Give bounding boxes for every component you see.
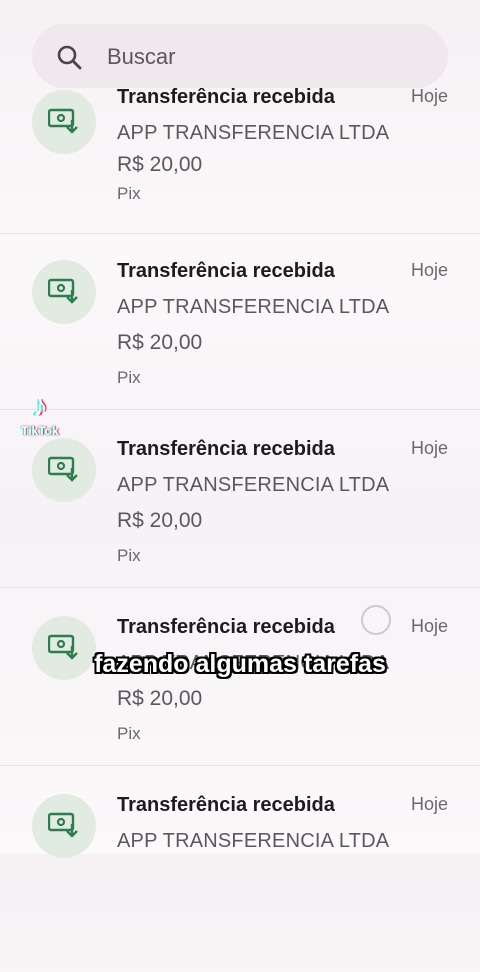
transaction-date: Hoje [410, 86, 448, 106]
transaction-method: Pix [117, 546, 141, 565]
transaction-title: Transferência recebida [117, 86, 335, 108]
divider [0, 587, 480, 588]
transaction-title: Transferência recebida [117, 260, 335, 282]
tiktok-label: TikTok [21, 424, 59, 438]
transaction-payer: APP TRANSFERENCIA LTDA [117, 830, 390, 852]
transaction-item[interactable]: Transferência recebida Hoje APP TRANSFER… [0, 80, 480, 258]
transaction-amount: R$ 20,00 [117, 687, 203, 710]
transaction-title: Transferência recebida [117, 616, 335, 638]
transaction-payer: APP TRANSFERENCIA LTDA [117, 122, 390, 144]
transaction-item[interactable]: Transferência recebida Hoje APP TRANSFER… [0, 616, 480, 794]
money-received-icon [32, 260, 96, 324]
divider [0, 233, 480, 234]
money-received-icon [32, 438, 96, 502]
video-caption: fazendo algumas tarefas [94, 650, 386, 678]
transaction-title: Transferência recebida [117, 438, 335, 460]
money-received-icon [32, 794, 96, 858]
loading-spinner-icon [361, 605, 391, 635]
transaction-item[interactable]: Transferência recebida Hoje APP TRANSFER… [0, 794, 480, 972]
transaction-date: Hoje [410, 794, 448, 814]
divider [0, 409, 480, 410]
money-received-icon [32, 90, 96, 154]
divider [0, 765, 480, 766]
transaction-amount: R$ 20,00 [117, 153, 203, 176]
transaction-title: Transferência recebida [117, 794, 335, 816]
search-icon[interactable] [56, 44, 82, 70]
transaction-item[interactable]: Transferência recebida Hoje APP TRANSFER… [0, 260, 480, 438]
transaction-method: Pix [117, 724, 141, 743]
transaction-date: Hoje [410, 438, 448, 458]
transaction-amount: R$ 20,00 [117, 509, 203, 532]
transaction-method: Pix [117, 184, 141, 203]
tiktok-watermark: ♪ TikTok [10, 390, 70, 438]
transaction-list: Transferência recebida Hoje APP TRANSFER… [0, 0, 480, 858]
search-bar[interactable]: Buscar [32, 24, 448, 88]
tiktok-logo-icon: ♪ [32, 390, 48, 423]
transaction-date: Hoje [410, 616, 448, 636]
transaction-date: Hoje [410, 260, 448, 280]
transaction-item[interactable]: Transferência recebida Hoje APP TRANSFER… [0, 438, 480, 616]
transaction-amount: R$ 20,00 [117, 331, 203, 354]
transaction-method: Pix [117, 368, 141, 387]
transaction-payer: APP TRANSFERENCIA LTDA [117, 296, 390, 318]
search-input[interactable]: Buscar [107, 44, 175, 70]
transaction-payer: APP TRANSFERENCIA LTDA [117, 474, 390, 496]
